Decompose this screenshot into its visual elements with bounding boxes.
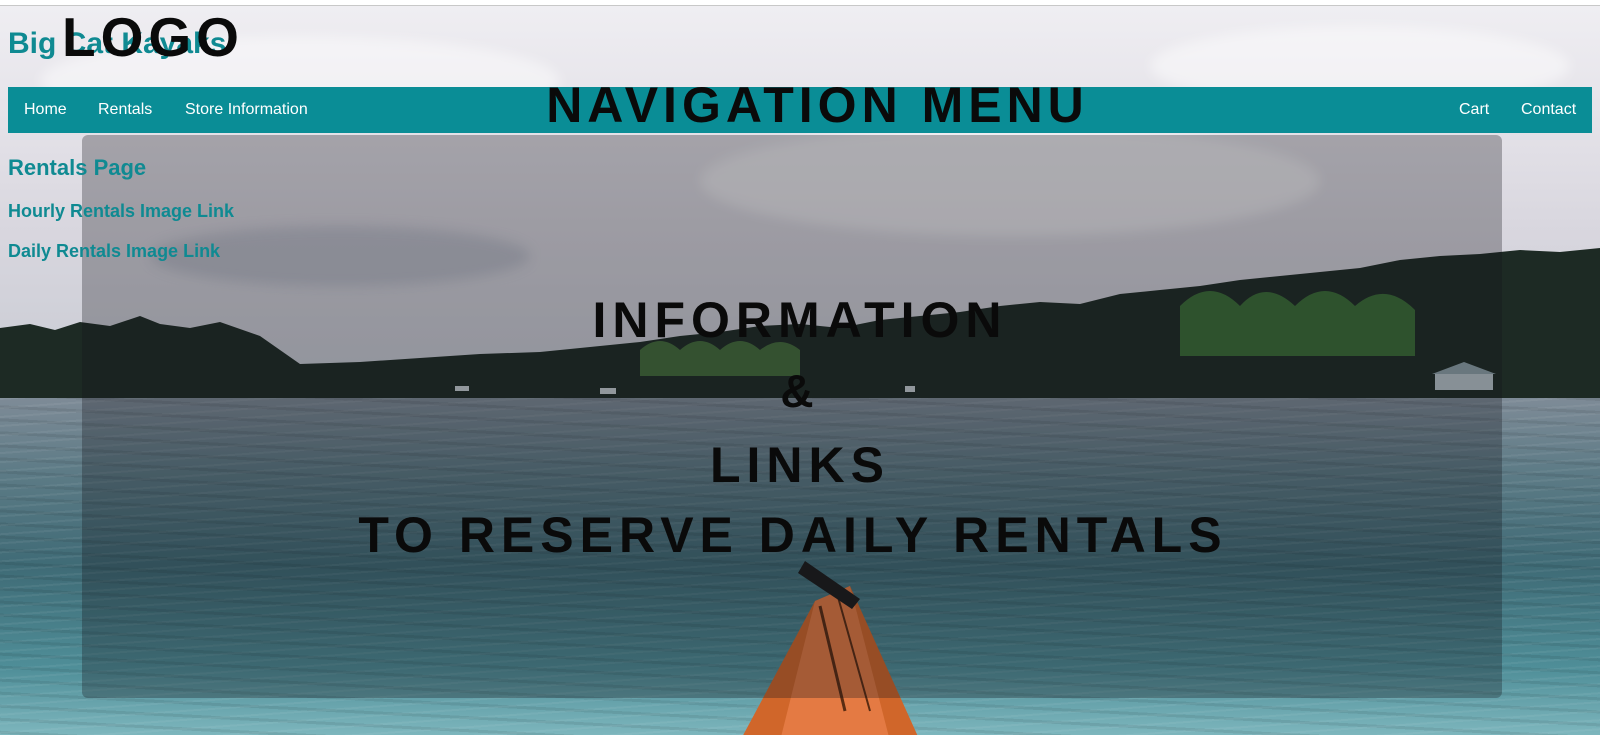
nav-rentals-link[interactable]: Rentals [98,101,152,119]
nav-cart-link[interactable]: Cart [1459,101,1489,119]
center-heading-ampersand: & [780,365,820,417]
logo-placeholder-label: LOGO [62,6,244,68]
page-heading: Rentals Page [8,155,147,180]
navigation-menu-label: NAVIGATION MENU [546,77,1089,133]
nav-store-information-link[interactable]: Store Information [185,101,308,119]
hourly-rentals-link[interactable]: Hourly Rentals Image Link [8,201,234,222]
center-heading-reserve-daily: TO RESERVE DAILY RENTALS [358,507,1228,563]
center-heading-links: LINKS [710,437,890,493]
nav-contact-link[interactable]: Contact [1521,101,1576,119]
nav-home-link[interactable]: Home [24,101,67,119]
center-heading-information: INFORMATION [592,292,1008,348]
daily-rentals-link[interactable]: Daily Rentals Image Link [8,241,220,262]
